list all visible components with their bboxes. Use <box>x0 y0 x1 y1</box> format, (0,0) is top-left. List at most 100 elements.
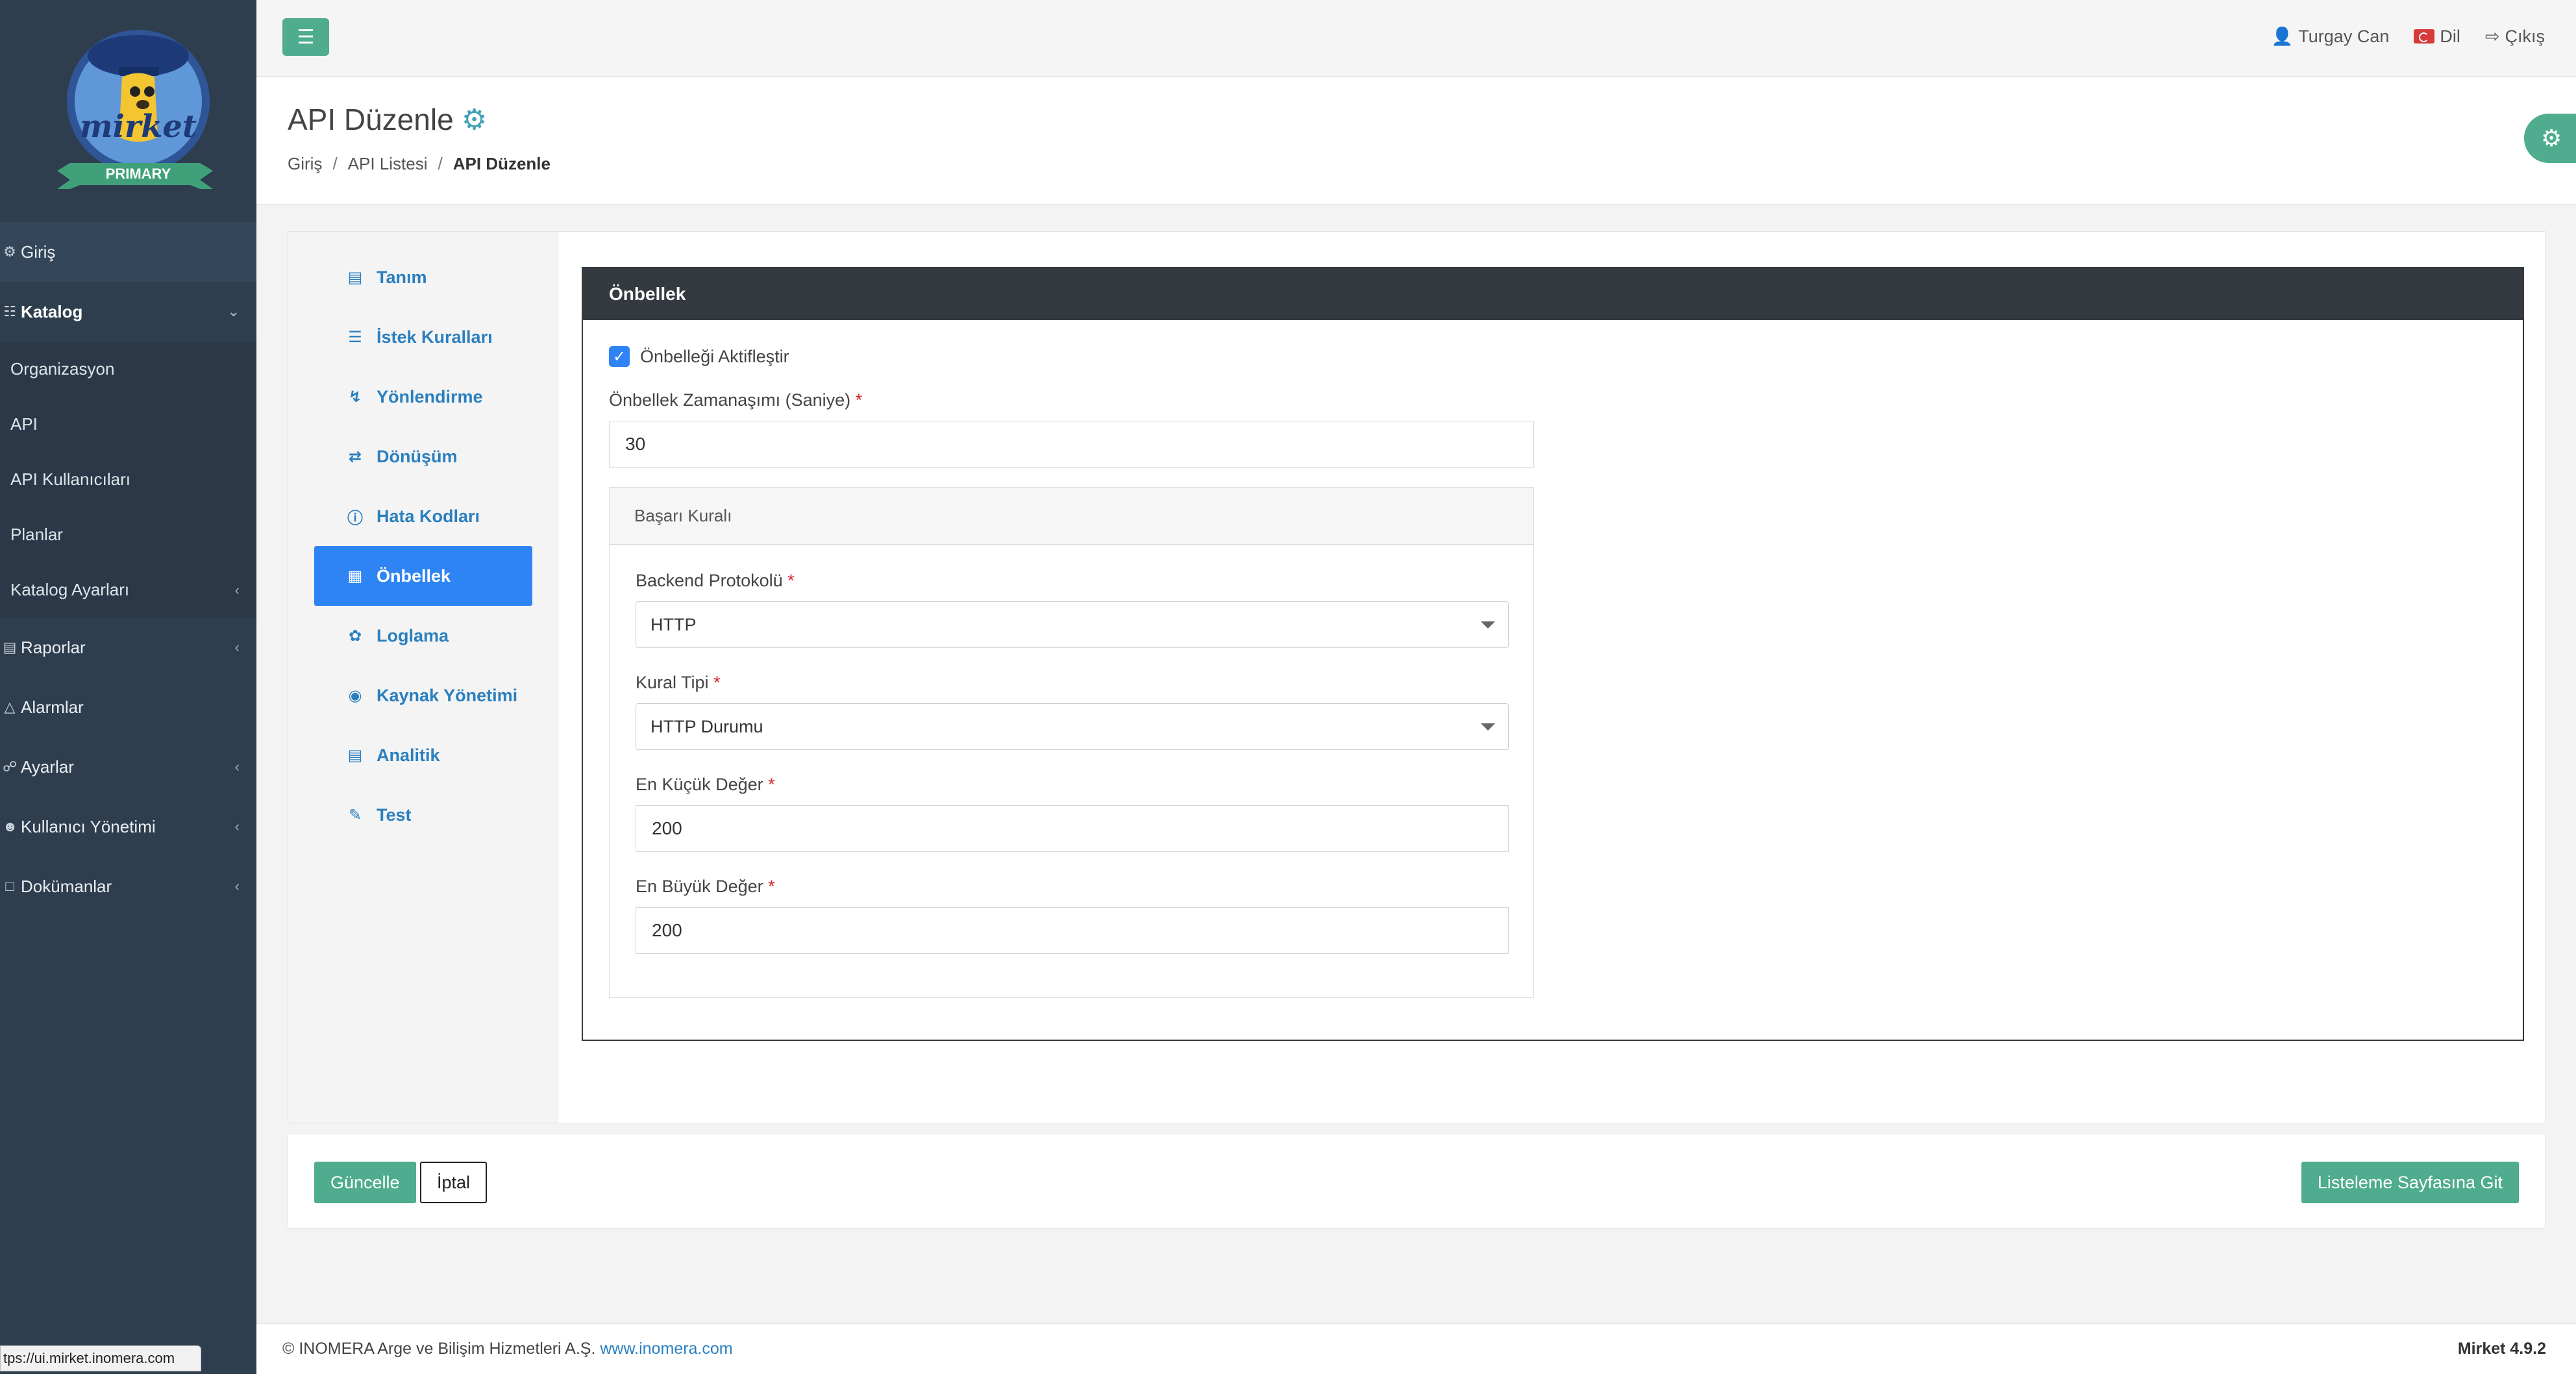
logout-link[interactable]: ⇨ Çıkış <box>2485 26 2545 47</box>
breadcrumb-api-list[interactable]: API Listesi <box>348 154 428 174</box>
cache-panel: Önbellek ✓ Önbelleği Aktifleştir Önbelle… <box>582 267 2524 1041</box>
update-button[interactable]: Güncelle <box>314 1162 416 1203</box>
cancel-button[interactable]: İptal <box>420 1162 488 1203</box>
goto-list-button[interactable]: Listeleme Sayfasına Git <box>2301 1162 2519 1203</box>
tab-loglama[interactable]: ✿ Loglama <box>314 606 532 666</box>
gears-icon: ⚙ <box>461 103 488 136</box>
sidebar-item-api[interactable]: API <box>0 397 256 452</box>
lock-icon: ◉ <box>348 686 362 705</box>
sidebar-item-katalog-ayarlari[interactable]: Katalog Ayarları ‹ <box>0 562 256 618</box>
share-icon: ☍ <box>3 758 18 775</box>
mirket-logo: mirket PRIMARY <box>56 30 213 189</box>
rule-type-value: HTTP Durumu <box>650 716 763 736</box>
sidebar-item-api-kullanicilari[interactable]: API Kullanıcıları <box>0 452 256 507</box>
min-value-label: En Küçük Değer * <box>636 775 1507 795</box>
backend-protocol-label-text: Backend Protokolü <box>636 571 783 590</box>
tab-istek-kurallari[interactable]: ☰ İstek Kuralları <box>314 307 532 367</box>
api-edit-tabs: ▤ Tanım ☰ İstek Kuralları ↯ Yönlendirme … <box>288 232 558 1123</box>
tab-test[interactable]: ✎ Test <box>314 785 532 845</box>
settings-drawer-button[interactable]: ⚙ <box>2524 114 2576 163</box>
gauge-icon: ⚙ <box>3 244 16 260</box>
chart-icon: ▤ <box>3 639 17 655</box>
tab-label: Tanım <box>377 267 427 287</box>
brand-logo[interactable]: mirket PRIMARY <box>0 0 256 222</box>
tab-label: Kaynak Yönetimi <box>377 685 518 705</box>
language-label: Dil <box>2440 26 2460 46</box>
page-header: API Düzenle ⚙ Giriş / API Listesi / API … <box>256 77 2576 205</box>
breadcrumb-home[interactable]: Giriş <box>288 154 322 174</box>
katalog-submenu: Organizasyon API API Kullanıcıları Planl… <box>0 342 256 618</box>
sidebar-item-kullanici-yonetimi[interactable]: ☻ Kullanıcı Yönetimi ‹ <box>0 797 256 856</box>
success-rule-title: Başarı Kuralı <box>610 488 1533 545</box>
sidebar-item-organizasyon[interactable]: Organizasyon <box>0 342 256 397</box>
sidebar-item-label: Dokümanlar <box>21 876 112 896</box>
rule-type-label: Kural Tipi * <box>636 673 1507 693</box>
menu-toggle-button[interactable]: ☰ <box>282 18 329 56</box>
language-menu[interactable]: Dil <box>2414 26 2460 47</box>
breadcrumb-separator: / <box>438 154 443 173</box>
sidebar-item-label: Raporlar <box>21 637 86 657</box>
tab-label: Önbellek <box>377 566 451 586</box>
cache-panel-body: ✓ Önbelleği Aktifleştir Önbellek Zamanaş… <box>583 320 2523 1024</box>
tab-tanim[interactable]: ▤ Tanım <box>314 247 532 307</box>
sidebar-item-planlar[interactable]: Planlar <box>0 507 256 562</box>
memory-icon: ▦ <box>347 567 363 585</box>
chevron-left-icon: ‹ <box>234 878 240 894</box>
enable-cache-checkbox[interactable]: ✓ <box>609 346 630 367</box>
sidebar: mirket PRIMARY ⚙ Giriş ☷ Katalog ⌄ Organ… <box>0 0 256 1374</box>
breadcrumb: Giriş / API Listesi / API Düzenle <box>288 154 551 174</box>
leaf-icon: ✿ <box>348 627 362 645</box>
sidebar-item-alarmlar[interactable]: △ Alarmlar <box>0 677 256 737</box>
form-action-bar: Güncelle İptal Listeleme Sayfasına Git <box>288 1134 2545 1229</box>
sidebar-item-label: Organizasyon <box>10 359 115 379</box>
copyright-text: © INOMERA Arge ve Bilişim Hizmetleri A.Ş… <box>282 1340 596 1358</box>
chevron-left-icon: ‹ <box>234 758 240 775</box>
sign-out-icon: ⇨ <box>2484 26 2500 46</box>
tab-label: Analitik <box>377 745 440 765</box>
list-icon: ☰ <box>348 328 362 346</box>
sidebar-item-giris[interactable]: ⚙ Giriş <box>0 222 256 282</box>
sidebar-item-dokumanlar[interactable]: □ Dokümanlar ‹ <box>0 856 256 916</box>
backend-protocol-label: Backend Protokolü * <box>636 571 1507 591</box>
users-icon: ☻ <box>3 818 18 834</box>
dropdown-caret-icon <box>1481 621 1495 629</box>
bolt-icon: ↯ <box>348 388 362 406</box>
tab-label: Yönlendirme <box>377 386 483 406</box>
tab-yonlendirme[interactable]: ↯ Yönlendirme <box>314 367 532 427</box>
cache-timeout-input[interactable] <box>609 421 1534 468</box>
company-link[interactable]: www.inomera.com <box>600 1340 732 1358</box>
sidebar-item-ayarlar[interactable]: ☍ Ayarlar ‹ <box>0 737 256 797</box>
required-mark: * <box>787 571 795 590</box>
user-menu[interactable]: 👤 Turgay Can <box>2272 26 2390 47</box>
enable-cache-label: Önbelleği Aktifleştir <box>640 346 789 366</box>
exchange-icon: ⇄ <box>348 447 362 466</box>
turkish-flag-icon <box>2414 29 2435 44</box>
tab-hata-kodlari[interactable]: ⓘ Hata Kodları <box>314 486 532 546</box>
api-edit-card: ▤ Tanım ☰ İstek Kuralları ↯ Yönlendirme … <box>288 231 2545 1123</box>
rule-type-select[interactable]: HTTP Durumu <box>636 703 1509 750</box>
required-mark: * <box>855 390 863 410</box>
tab-donusum[interactable]: ⇄ Dönüşüm <box>314 427 532 486</box>
max-value-label-text: En Büyük Değer <box>636 877 763 896</box>
tab-kaynak-yonetimi[interactable]: ◉ Kaynak Yönetimi <box>314 666 532 725</box>
backend-protocol-select[interactable]: HTTP <box>636 601 1509 648</box>
sidebar-item-katalog[interactable]: ☷ Katalog ⌄ <box>0 282 256 342</box>
sidebar-item-label: API Kullanıcıları <box>10 469 130 489</box>
sidebar-item-label: Alarmlar <box>21 697 84 717</box>
tab-onbellek[interactable]: ▦ Önbellek <box>314 546 532 606</box>
min-value-label-text: En Küçük Değer <box>636 775 763 794</box>
backend-protocol-value: HTTP <box>650 614 697 634</box>
success-rule-body: Backend Protokolü * HTTP Kural Tipi * HT… <box>610 545 1533 954</box>
tab-label: İstek Kuralları <box>377 327 493 347</box>
cache-timeout-label-text: Önbellek Zamanaşımı (Saniye) <box>609 390 851 410</box>
page-title: API Düzenle ⚙ <box>288 102 487 137</box>
max-value-input[interactable] <box>636 907 1509 954</box>
tab-analitik[interactable]: ▤ Analitik <box>314 725 532 785</box>
sidebar-item-raporlar[interactable]: ▤ Raporlar ‹ <box>0 618 256 677</box>
footer: © INOMERA Arge ve Bilişim Hizmetleri A.Ş… <box>256 1323 2576 1374</box>
user-name: Turgay Can <box>2298 26 2390 46</box>
min-value-input[interactable] <box>636 805 1509 852</box>
footer-copyright: © INOMERA Arge ve Bilişim Hizmetleri A.Ş… <box>282 1340 733 1358</box>
breadcrumb-separator: / <box>332 154 338 173</box>
sidebar-item-label: Katalog <box>21 301 83 321</box>
